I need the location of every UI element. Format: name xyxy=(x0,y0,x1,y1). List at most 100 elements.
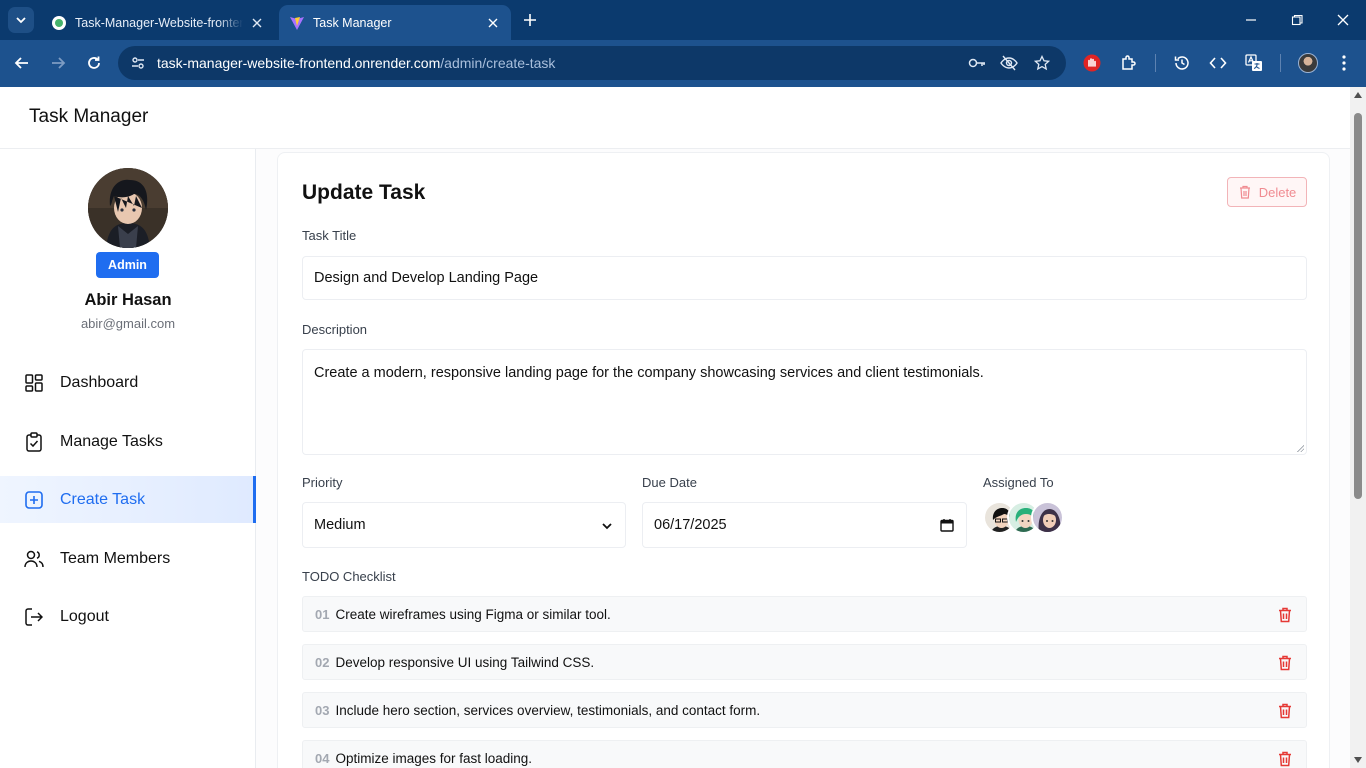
minimize-icon xyxy=(1246,19,1256,21)
todo-text: Create wireframes using Figma or similar… xyxy=(335,606,611,622)
sidebar-item-label: Logout xyxy=(60,607,109,625)
history-icon[interactable] xyxy=(1171,52,1193,74)
plus-icon xyxy=(524,14,536,26)
user-name: Abir Hasan xyxy=(84,291,172,309)
sidebar-item-team-members[interactable]: Team Members xyxy=(0,535,256,582)
extension-stop-icon[interactable] xyxy=(1081,52,1103,74)
sidebar-item-label: Team Members xyxy=(60,549,171,567)
logout-icon xyxy=(24,607,44,627)
due-date-label: Due Date xyxy=(642,475,697,490)
address-bar[interactable]: task-manager-website-frontend.onrender.c… xyxy=(118,46,1066,80)
chevron-down-icon xyxy=(601,520,613,532)
plus-square-icon xyxy=(24,490,44,510)
sidebar-item-label: Dashboard xyxy=(60,373,139,391)
todo-text: Include hero section, services overview,… xyxy=(335,702,761,718)
todo-item: 01 Create wireframes using Figma or simi… xyxy=(302,596,1307,632)
browser-toolbar: task-manager-website-frontend.onrender.c… xyxy=(0,40,1366,87)
reload-button[interactable] xyxy=(83,52,105,74)
key-icon[interactable] xyxy=(967,53,987,73)
minimize-button[interactable] xyxy=(1241,10,1261,30)
translate-icon[interactable] xyxy=(1243,52,1265,74)
clipboard-check-icon xyxy=(24,431,44,452)
browser-tab-bar: Task-Manager-Website-frontend Task Manag… xyxy=(0,0,1366,40)
tab-title: Task-Manager-Website-frontend xyxy=(75,15,243,30)
close-icon[interactable] xyxy=(249,15,265,31)
resize-handle[interactable] xyxy=(1296,444,1304,452)
app-header: Task Manager xyxy=(0,87,1350,149)
due-date-input[interactable]: 06/17/2025 xyxy=(642,502,967,548)
forward-button[interactable] xyxy=(47,52,69,74)
close-window-button[interactable] xyxy=(1333,10,1353,30)
star-icon[interactable] xyxy=(1032,53,1052,73)
extensions-puzzle-icon[interactable] xyxy=(1118,52,1140,74)
sidebar-item-label: Manage Tasks xyxy=(60,432,163,450)
render-favicon-icon xyxy=(51,15,67,31)
arrow-left-icon xyxy=(14,57,28,69)
toolbar-separator xyxy=(1280,54,1281,72)
description-textarea[interactable]: Create a modern, responsive landing page… xyxy=(302,349,1307,455)
sidebar-item-dashboard[interactable]: Dashboard xyxy=(0,359,256,406)
todo-number: 01 xyxy=(315,606,330,622)
role-badge: Admin xyxy=(96,252,159,278)
todo-item: 02 Develop responsive UI using Tailwind … xyxy=(302,644,1307,680)
todo-text: Develop responsive UI using Tailwind CSS… xyxy=(335,654,595,670)
browser-tab-task-manager[interactable]: Task Manager xyxy=(279,5,511,40)
url-host: task-manager-website-frontend.onrender.c… xyxy=(157,55,441,71)
assigned-avatars[interactable] xyxy=(983,501,1073,535)
priority-value: Medium xyxy=(314,517,366,533)
tab-search-button[interactable] xyxy=(8,7,34,33)
tab-title: Task Manager xyxy=(313,15,392,30)
back-button[interactable] xyxy=(11,52,33,74)
todo-checklist-label: TODO Checklist xyxy=(302,569,396,584)
assigned-to-label: Assigned To xyxy=(983,475,1054,490)
description-label: Description xyxy=(302,322,368,337)
url-path: /admin/create-task xyxy=(440,55,556,71)
page-scrollbar[interactable] xyxy=(1350,87,1366,768)
restore-icon xyxy=(1291,14,1303,26)
code-icon[interactable] xyxy=(1207,52,1229,74)
restore-button[interactable] xyxy=(1287,10,1307,30)
trash-icon[interactable] xyxy=(1277,750,1293,768)
trash-icon[interactable] xyxy=(1277,702,1293,720)
delete-button[interactable]: Delete xyxy=(1227,177,1307,207)
sidebar-item-manage-tasks[interactable]: Manage Tasks xyxy=(0,418,256,465)
todo-text: Optimize images for fast loading. xyxy=(335,750,533,766)
priority-label: Priority xyxy=(302,475,343,490)
trash-icon[interactable] xyxy=(1277,654,1293,672)
user-email: abir@gmail.com xyxy=(80,316,176,331)
browser-tab-github[interactable]: Task-Manager-Website-frontend xyxy=(41,5,275,40)
new-tab-button[interactable] xyxy=(520,10,540,30)
sidebar: Admin Abir Hasan abir@gmail.com Dashboar… xyxy=(0,149,256,768)
todo-number: 02 xyxy=(315,654,330,670)
sidebar-item-create-task[interactable]: Create Task xyxy=(0,476,256,523)
profile-avatar[interactable] xyxy=(1298,53,1318,73)
avatar xyxy=(88,168,168,248)
todo-item: 04 Optimize images for fast loading. xyxy=(302,740,1307,768)
scroll-up-arrow-icon[interactable] xyxy=(1354,92,1362,98)
kebab-menu-icon[interactable] xyxy=(1333,52,1355,74)
site-info-icon[interactable] xyxy=(126,51,150,75)
app-title: Task Manager xyxy=(29,106,149,127)
trash-icon xyxy=(1238,185,1252,199)
reload-icon xyxy=(88,56,100,69)
page-viewport: Task Manager Admin Abir Hasan abir@gmail… xyxy=(0,87,1350,768)
task-title-input[interactable]: Design and Develop Landing Page xyxy=(302,256,1307,300)
description-text: Create a modern, responsive landing page… xyxy=(314,365,984,381)
eye-off-icon[interactable] xyxy=(999,53,1019,73)
sidebar-item-logout[interactable]: Logout xyxy=(0,593,256,640)
toolbar-separator xyxy=(1155,54,1156,72)
close-icon[interactable] xyxy=(485,15,501,31)
vite-favicon-icon xyxy=(289,15,305,31)
arrow-right-icon xyxy=(52,57,66,69)
scroll-down-arrow-icon[interactable] xyxy=(1354,757,1362,763)
scroll-thumb[interactable] xyxy=(1354,113,1362,499)
chevron-down-icon xyxy=(16,17,26,24)
close-icon xyxy=(1337,14,1349,26)
task-title-label: Task Title xyxy=(302,228,357,243)
page-title: Update Task xyxy=(302,181,426,204)
calendar-icon[interactable] xyxy=(940,518,954,532)
trash-icon[interactable] xyxy=(1277,606,1293,624)
update-task-card: Update Task Delete Task Title Design and… xyxy=(277,152,1330,768)
priority-select[interactable]: Medium xyxy=(302,502,626,548)
url-text: task-manager-website-frontend.onrender.c… xyxy=(157,55,555,71)
